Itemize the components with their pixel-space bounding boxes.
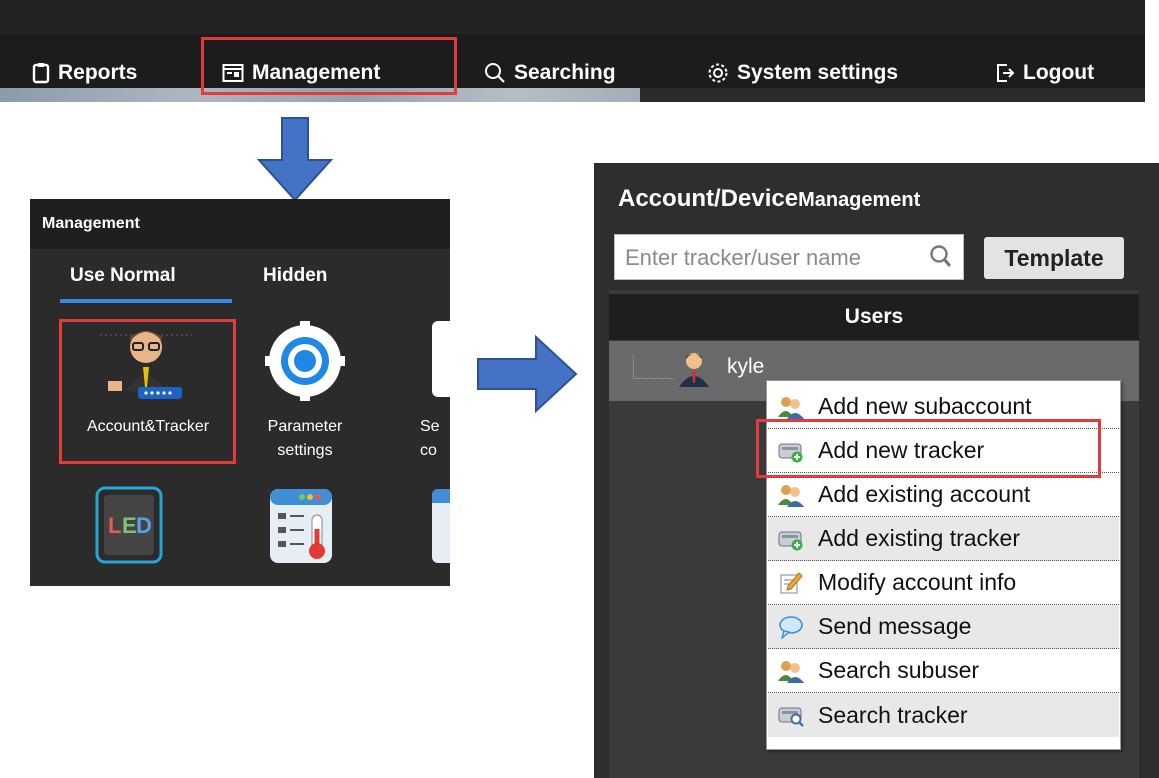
management-tabs: Use Normal Hidden bbox=[30, 249, 450, 304]
edit-icon bbox=[778, 570, 804, 596]
tile-label: Parameter settings bbox=[267, 418, 343, 459]
logout-icon bbox=[997, 64, 1015, 82]
tile-thermometer[interactable] bbox=[266, 485, 336, 565]
management-highlight-box bbox=[201, 37, 457, 95]
tracker-add-icon bbox=[778, 526, 804, 552]
tile-led[interactable]: L E D bbox=[94, 485, 164, 565]
svg-text:E: E bbox=[122, 513, 137, 538]
tile-parameter-settings[interactable]: Parameter settings bbox=[240, 317, 370, 477]
tab-use-normal[interactable]: Use Normal bbox=[70, 265, 176, 287]
down-arrow-icon bbox=[256, 117, 334, 202]
nav-item-reports[interactable]: Reports bbox=[32, 58, 137, 88]
message-icon bbox=[778, 614, 804, 640]
menu-label: Add existing tracker bbox=[818, 525, 1020, 551]
tile-partial-2[interactable] bbox=[432, 489, 450, 563]
partial-tile-icon bbox=[432, 321, 450, 397]
menu-label: Search tracker bbox=[818, 701, 968, 728]
nav-label: Reports bbox=[58, 61, 138, 84]
users-icon bbox=[778, 394, 804, 420]
menu-label: Send message bbox=[818, 613, 972, 639]
template-button[interactable]: Template bbox=[984, 237, 1124, 279]
user-name: kyle bbox=[727, 355, 765, 378]
svg-text:L: L bbox=[108, 513, 121, 538]
nav-background-dark bbox=[640, 88, 1145, 102]
clipboard-icon bbox=[32, 63, 50, 84]
menu-label: Add new subaccount bbox=[818, 393, 1032, 419]
tracker-search-icon bbox=[778, 702, 804, 728]
tile-label: Se co bbox=[420, 418, 440, 459]
parameter-gear-icon bbox=[265, 321, 345, 401]
search-box bbox=[614, 234, 964, 280]
right-arrow-icon bbox=[477, 334, 578, 414]
user-icon bbox=[679, 353, 709, 387]
menu-item-add-existing-tracker[interactable]: Add existing tracker bbox=[768, 517, 1119, 561]
nav-item-searching[interactable]: Searching bbox=[484, 58, 616, 88]
menu-label: Modify account info bbox=[818, 569, 1017, 595]
add-new-tracker-highlight-box bbox=[756, 419, 1101, 478]
menu-item-add-existing-account[interactable]: Add existing account bbox=[768, 473, 1119, 517]
menu-item-search-tracker[interactable]: Search tracker bbox=[768, 693, 1119, 737]
nav-label: Searching bbox=[514, 61, 616, 84]
thermometer-icon bbox=[270, 489, 332, 563]
account-panel-title: Account/DeviceManagement bbox=[618, 185, 920, 213]
led-icon: L E D bbox=[95, 486, 163, 564]
search-input[interactable] bbox=[623, 241, 922, 275]
management-panel-title: Management bbox=[30, 199, 450, 249]
nav-label: Logout bbox=[1023, 61, 1095, 84]
nav-item-logout[interactable]: Logout bbox=[995, 58, 1094, 88]
tab-hidden[interactable]: Hidden bbox=[263, 265, 327, 287]
menu-label: Add existing account bbox=[818, 481, 1031, 507]
search-icon[interactable] bbox=[929, 244, 953, 270]
tree-connector bbox=[633, 356, 674, 379]
title-main: Account/Device bbox=[618, 185, 799, 212]
account-tracker-highlight-box bbox=[59, 319, 236, 464]
top-nav-bar: Reports Management Searching System sett… bbox=[0, 0, 1145, 102]
search-icon bbox=[485, 63, 505, 83]
tile-partial-1[interactable]: Se co bbox=[420, 317, 450, 477]
gear-icon bbox=[708, 63, 728, 83]
menu-item-search-subuser[interactable]: Search subuser bbox=[768, 649, 1119, 693]
users-header: Users bbox=[609, 294, 1139, 340]
users-icon bbox=[778, 658, 804, 684]
menu-item-send-message[interactable]: Send message bbox=[768, 605, 1119, 649]
menu-label: Search subuser bbox=[818, 657, 980, 683]
partial-tile-icon bbox=[432, 489, 450, 503]
active-tab-underline bbox=[60, 299, 232, 303]
title-sub: Management bbox=[798, 189, 921, 211]
menu-item-modify-account-info[interactable]: Modify account info bbox=[768, 561, 1119, 605]
nav-label: System settings bbox=[737, 61, 899, 84]
users-icon bbox=[778, 482, 804, 508]
svg-text:D: D bbox=[136, 513, 152, 538]
nav-item-system-settings[interactable]: System settings bbox=[707, 58, 898, 88]
